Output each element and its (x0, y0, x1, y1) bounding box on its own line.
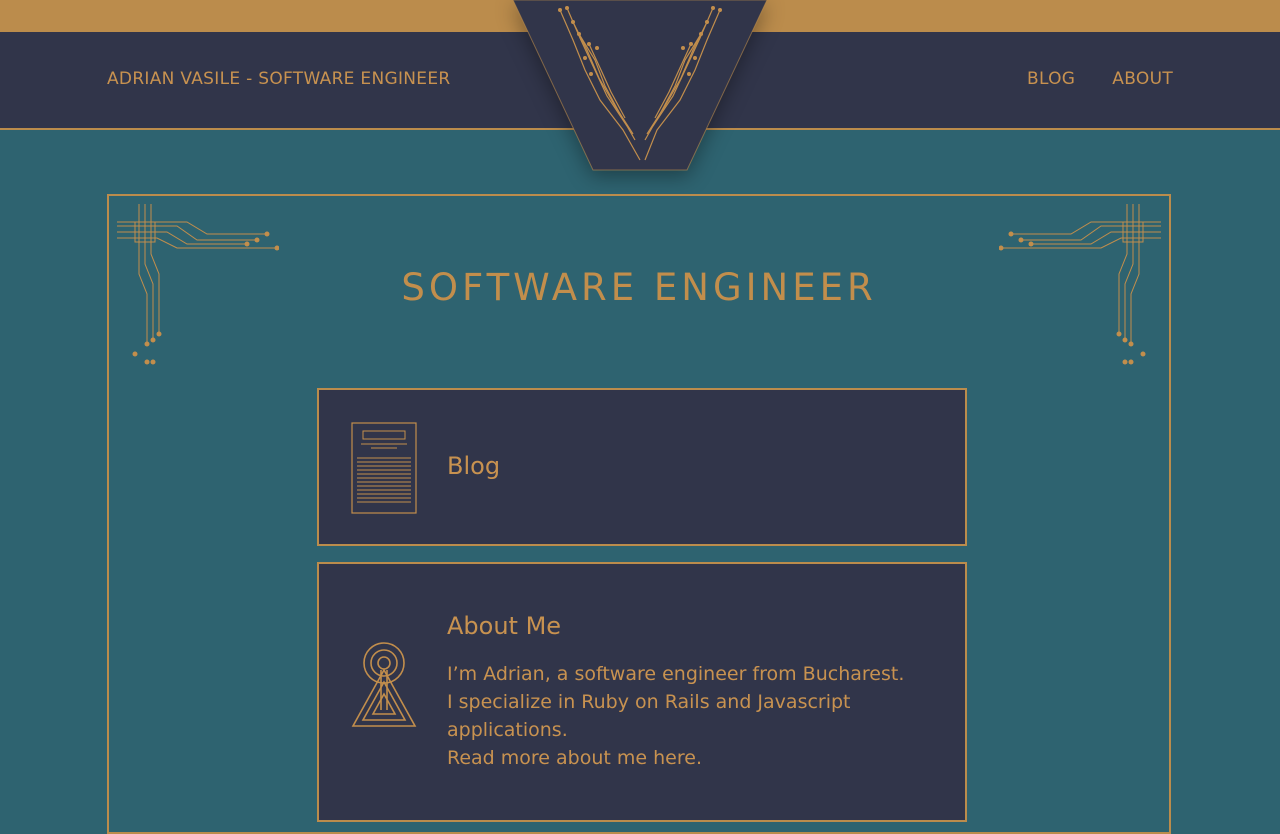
page-title: SOFTWARE ENGINEER (401, 266, 877, 309)
about-specialty-line: I specialize in Ruby on Rails and Javasc… (447, 691, 851, 741)
nav-link-about[interactable]: ABOUT (1112, 69, 1173, 89)
main-nav: BLOG ABOUT (1027, 69, 1173, 89)
about-card: About Me I’m Adrian, a software engineer… (317, 562, 967, 822)
nav-link-blog[interactable]: BLOG (1027, 69, 1075, 89)
site-title-link[interactable]: ADRIAN VASILE - SOFTWARE ENGINEER (107, 69, 450, 89)
about-card-text: I’m Adrian, a software engineer from Buc… (447, 660, 942, 772)
about-card-title: About Me (447, 612, 562, 640)
about-read-more-link[interactable]: Read more about me here. (447, 744, 942, 772)
blog-card[interactable]: Blog (317, 388, 967, 546)
about-intro-line: I’m Adrian, a software engineer from Buc… (447, 663, 905, 685)
radio-tower-icon (351, 642, 417, 727)
document-icon (351, 422, 417, 514)
blog-card-title: Blog (447, 452, 501, 480)
v-circuit-logo-icon[interactable] (505, 0, 775, 176)
content-frame: SOFTWARE ENGINEER Blog About Me I’m Adri… (107, 194, 1171, 834)
